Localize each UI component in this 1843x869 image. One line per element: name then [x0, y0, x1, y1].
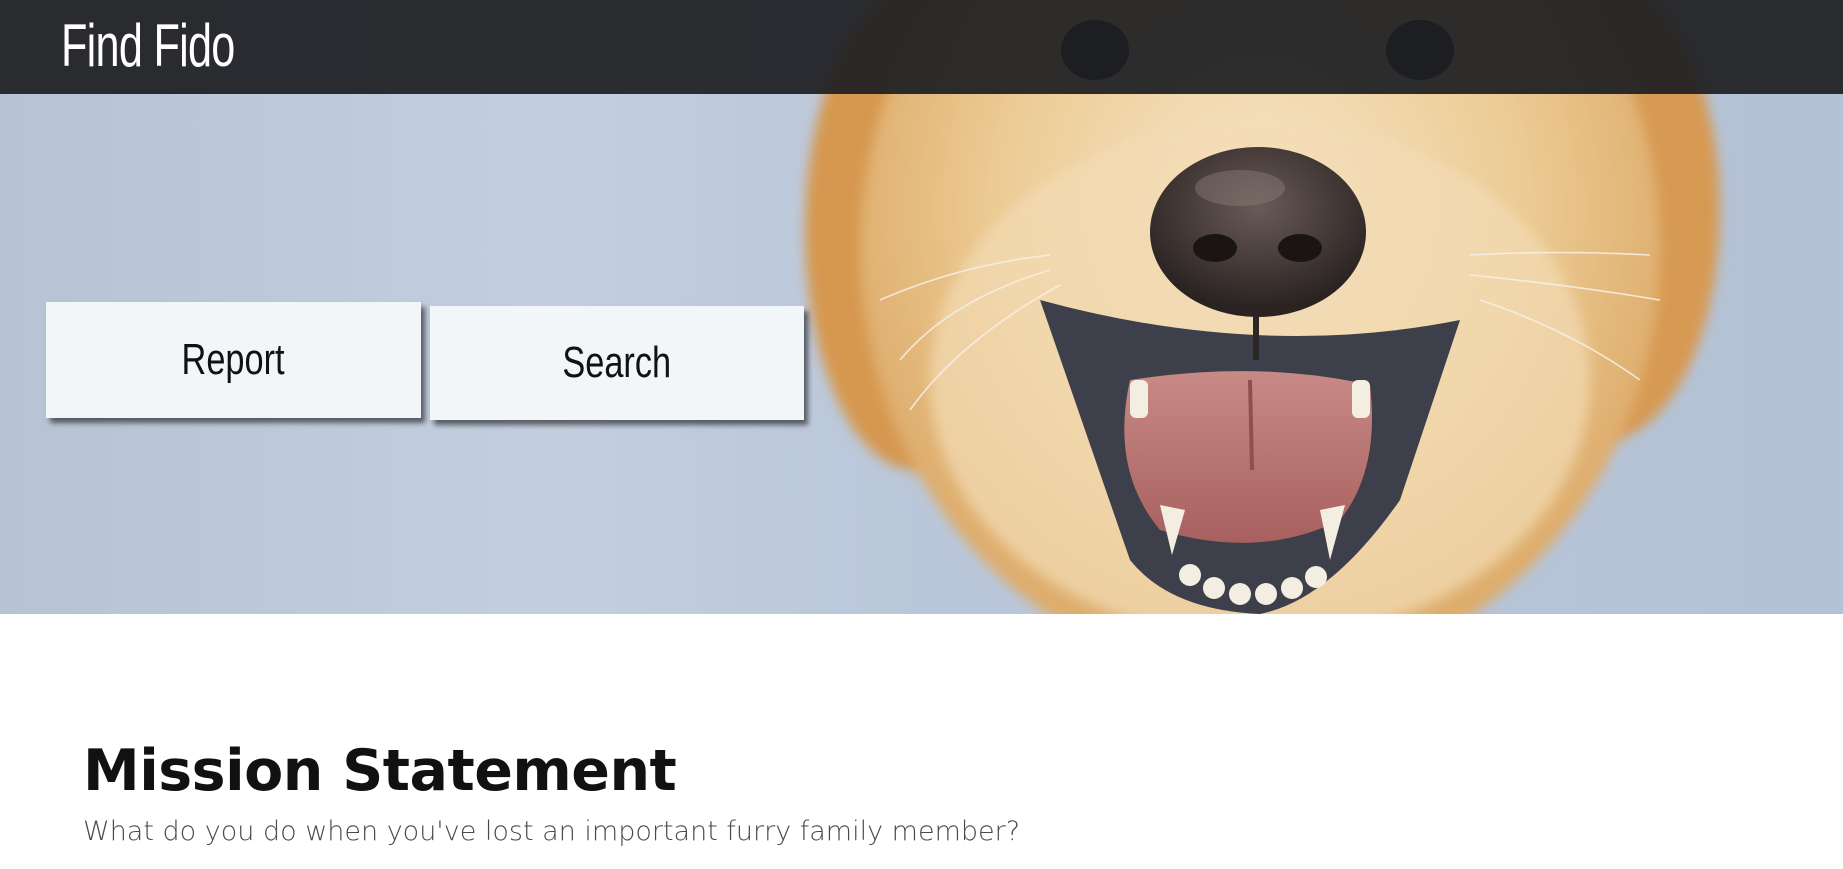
top-navbar: Find Fido [0, 0, 1843, 94]
mission-section: Mission Statement What do you do when yo… [83, 736, 1783, 852]
page: Find Fido Report Search Mission Statemen… [0, 0, 1843, 869]
brand-logo-text[interactable]: Find Fido [61, 16, 235, 76]
report-button[interactable]: Report [46, 302, 421, 418]
mission-text: What do you do when you've lost an impor… [83, 816, 1021, 847]
mission-title: Mission Statement [83, 738, 677, 804]
search-button-label: Search [562, 338, 672, 387]
report-button-label: Report [181, 335, 286, 384]
hero-banner: Find Fido Report Search [0, 0, 1843, 614]
search-button[interactable]: Search [430, 306, 804, 420]
